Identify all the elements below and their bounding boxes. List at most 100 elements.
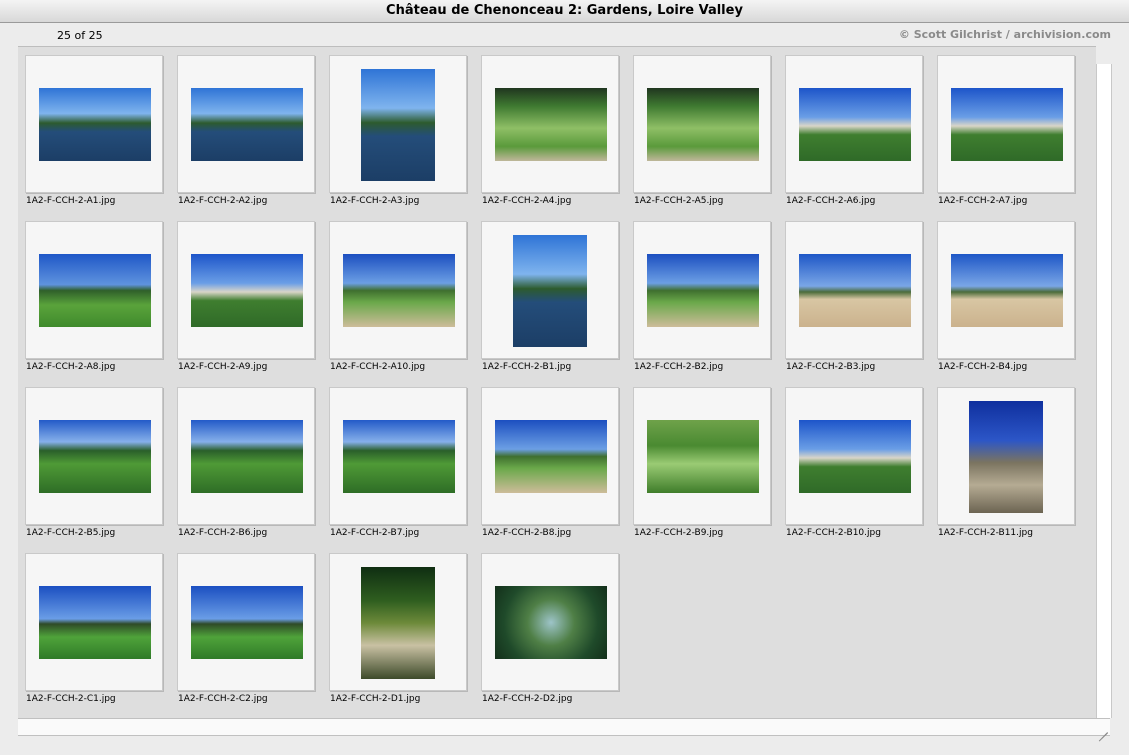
slide-frame[interactable] <box>177 387 315 525</box>
slide-frame[interactable] <box>329 221 467 359</box>
thumbnail-item[interactable]: 1A2-F-CCH-2-B10.jpg <box>778 379 923 545</box>
slide-frame[interactable] <box>329 387 467 525</box>
thumbnail-image[interactable] <box>39 254 151 327</box>
thumbnail-image[interactable] <box>495 586 607 659</box>
slide-frame[interactable] <box>633 55 771 193</box>
thumbnail-filename: 1A2-F-CCH-2-C2.jpg <box>178 694 268 704</box>
thumbnail-item[interactable]: 1A2-F-CCH-2-A9.jpg <box>170 213 315 379</box>
thumbnail-item[interactable]: 1A2-F-CCH-2-B1.jpg <box>474 213 619 379</box>
thumbnail-image[interactable] <box>361 567 435 679</box>
credit-text: © Scott Gilchrist / archivision.com <box>898 28 1111 41</box>
slide-frame[interactable] <box>481 553 619 691</box>
slide-frame[interactable] <box>177 553 315 691</box>
thumbnail-filename: 1A2-F-CCH-2-B3.jpg <box>786 362 876 372</box>
thumbnail-filename: 1A2-F-CCH-2-A8.jpg <box>26 362 116 372</box>
thumbnail-item[interactable]: 1A2-F-CCH-2-C2.jpg <box>170 545 315 711</box>
thumbnail-filename: 1A2-F-CCH-2-B10.jpg <box>786 528 881 538</box>
thumbnail-item[interactable]: 1A2-F-CCH-2-B11.jpg <box>930 379 1075 545</box>
thumbnail-item[interactable]: 1A2-F-CCH-2-A5.jpg <box>626 47 771 213</box>
thumbnail-filename: 1A2-F-CCH-2-A3.jpg <box>330 196 420 206</box>
thumbnail-item[interactable]: 1A2-F-CCH-2-A6.jpg <box>778 47 923 213</box>
thumbnail-image[interactable] <box>191 420 303 493</box>
thumbnail-image[interactable] <box>951 254 1063 327</box>
slide-frame[interactable] <box>937 221 1075 359</box>
thumbnail-filename: 1A2-F-CCH-2-A2.jpg <box>178 196 268 206</box>
thumbnail-image[interactable] <box>799 254 911 327</box>
thumbnail-filename: 1A2-F-CCH-2-B8.jpg <box>482 528 572 538</box>
image-count: 25 of 25 <box>57 29 103 42</box>
thumbnail-filename: 1A2-F-CCH-2-A6.jpg <box>786 196 876 206</box>
thumbnail-item[interactable]: 1A2-F-CCH-2-D2.jpg <box>474 545 619 711</box>
slide-frame[interactable] <box>481 55 619 193</box>
thumbnail-item[interactable]: 1A2-F-CCH-2-B9.jpg <box>626 379 771 545</box>
slide-frame[interactable] <box>329 553 467 691</box>
slide-frame[interactable] <box>937 387 1075 525</box>
thumbnail-filename: 1A2-F-CCH-2-B9.jpg <box>634 528 724 538</box>
slide-frame[interactable] <box>177 55 315 193</box>
thumbnail-filename: 1A2-F-CCH-2-B5.jpg <box>26 528 116 538</box>
thumbnail-image[interactable] <box>799 420 911 493</box>
thumbnail-image[interactable] <box>647 88 759 161</box>
thumbnail-item[interactable]: 1A2-F-CCH-2-B2.jpg <box>626 213 771 379</box>
thumbnail-item[interactable]: 1A2-F-CCH-2-A2.jpg <box>170 47 315 213</box>
resize-grip-icon[interactable] <box>1096 721 1108 742</box>
thumbnail-item[interactable]: 1A2-F-CCH-2-A10.jpg <box>322 213 467 379</box>
slide-frame[interactable] <box>937 55 1075 193</box>
thumbnail-filename: 1A2-F-CCH-2-B11.jpg <box>938 528 1033 538</box>
window-title: Château de Chenonceau 2: Gardens, Loire … <box>0 0 1129 23</box>
thumbnail-image[interactable] <box>343 254 455 327</box>
thumbnail-image[interactable] <box>39 420 151 493</box>
thumbnail-item[interactable]: 1A2-F-CCH-2-D1.jpg <box>322 545 467 711</box>
slide-frame[interactable] <box>481 221 619 359</box>
thumbnail-image[interactable] <box>647 254 759 327</box>
thumbnail-grid: 1A2-F-CCH-2-A1.jpg 1A2-F-CCH-2-A2.jpg 1A2-… <box>18 46 1096 719</box>
thumbnail-item[interactable]: 1A2-F-CCH-2-A7.jpg <box>930 47 1075 213</box>
thumbnail-filename: 1A2-F-CCH-2-A1.jpg <box>26 196 116 206</box>
slide-frame[interactable] <box>633 221 771 359</box>
thumbnail-filename: 1A2-F-CCH-2-B7.jpg <box>330 528 420 538</box>
thumbnail-image[interactable] <box>647 420 759 493</box>
slide-frame[interactable] <box>785 221 923 359</box>
slide-frame[interactable] <box>25 387 163 525</box>
slide-frame[interactable] <box>25 553 163 691</box>
horizontal-scrollbar[interactable] <box>18 718 1110 742</box>
thumbnail-image[interactable] <box>39 586 151 659</box>
thumbnail-item[interactable]: 1A2-F-CCH-2-B6.jpg <box>170 379 315 545</box>
thumbnail-item[interactable]: 1A2-F-CCH-2-B8.jpg <box>474 379 619 545</box>
thumbnail-image[interactable] <box>513 235 587 347</box>
thumbnail-item[interactable]: 1A2-F-CCH-2-C1.jpg <box>18 545 163 711</box>
thumbnail-image[interactable] <box>361 69 435 181</box>
thumbnail-item[interactable]: 1A2-F-CCH-2-B3.jpg <box>778 213 923 379</box>
thumbnail-item[interactable]: 1A2-F-CCH-2-A3.jpg <box>322 47 467 213</box>
thumbnail-item[interactable]: 1A2-F-CCH-2-B7.jpg <box>322 379 467 545</box>
thumbnail-image[interactable] <box>495 88 607 161</box>
slide-frame[interactable] <box>25 221 163 359</box>
slide-frame[interactable] <box>785 387 923 525</box>
thumbnail-item[interactable]: 1A2-F-CCH-2-B5.jpg <box>18 379 163 545</box>
slide-frame[interactable] <box>633 387 771 525</box>
slide-frame[interactable] <box>177 221 315 359</box>
thumbnail-filename: 1A2-F-CCH-2-C1.jpg <box>26 694 116 704</box>
thumbnail-item[interactable]: 1A2-F-CCH-2-B4.jpg <box>930 213 1075 379</box>
thumbnail-image[interactable] <box>951 88 1063 161</box>
thumbnail-filename: 1A2-F-CCH-2-A4.jpg <box>482 196 572 206</box>
thumbnail-item[interactable]: 1A2-F-CCH-2-A4.jpg <box>474 47 619 213</box>
thumbnail-image[interactable] <box>799 88 911 161</box>
thumbnail-image[interactable] <box>969 401 1043 513</box>
thumbnail-item[interactable]: 1A2-F-CCH-2-A8.jpg <box>18 213 163 379</box>
thumbnail-filename: 1A2-F-CCH-2-B2.jpg <box>634 362 724 372</box>
slide-frame[interactable] <box>25 55 163 193</box>
thumbnail-image[interactable] <box>343 420 455 493</box>
slide-frame[interactable] <box>329 55 467 193</box>
thumbnail-image[interactable] <box>191 88 303 161</box>
thumbnail-filename: 1A2-F-CCH-2-B6.jpg <box>178 528 268 538</box>
thumbnail-item[interactable]: 1A2-F-CCH-2-A1.jpg <box>18 47 163 213</box>
thumbnail-image[interactable] <box>39 88 151 161</box>
vertical-scrollbar[interactable] <box>1096 64 1112 718</box>
thumbnail-image[interactable] <box>191 254 303 327</box>
slide-frame[interactable] <box>785 55 923 193</box>
slide-frame[interactable] <box>481 387 619 525</box>
thumbnail-image[interactable] <box>191 586 303 659</box>
thumbnail-image[interactable] <box>495 420 607 493</box>
thumbnail-filename: 1A2-F-CCH-2-D1.jpg <box>330 694 421 704</box>
